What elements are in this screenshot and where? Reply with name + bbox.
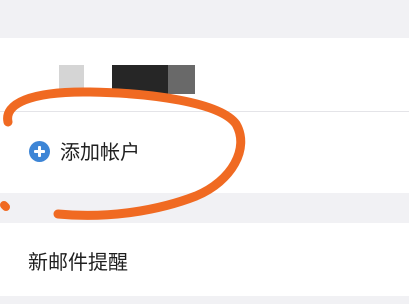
add-account-label: 添加帐户 <box>60 140 140 164</box>
section-gap <box>0 193 409 223</box>
redacted-avatar <box>59 65 84 94</box>
redacted-account-name <box>112 65 168 94</box>
plus-circle-icon <box>29 141 50 162</box>
redacted-account-detail <box>168 65 195 94</box>
top-section-background <box>0 0 409 38</box>
bottom-section-background <box>0 296 409 304</box>
new-mail-reminder-label: 新邮件提醒 <box>28 250 128 274</box>
